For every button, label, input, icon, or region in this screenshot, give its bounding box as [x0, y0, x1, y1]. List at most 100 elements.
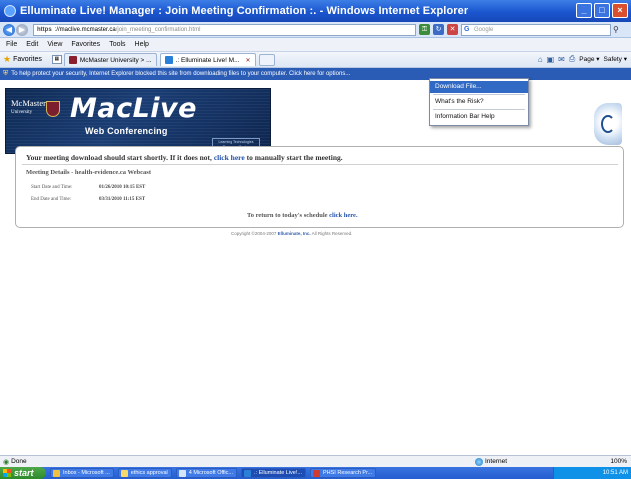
- tab-label: .: Elluminate Live! M...: [175, 56, 240, 64]
- outlook-icon: [53, 470, 60, 477]
- panel-divider: [22, 164, 618, 165]
- copyright-text: Copyright ©2004-2007: [231, 231, 278, 236]
- return-to-schedule: To return to today's schedule click here…: [247, 212, 358, 219]
- window-title: Elluminate Live! Manager : Join Meeting …: [20, 5, 469, 17]
- menu-file[interactable]: File: [6, 41, 17, 48]
- url-path: /join_meeting_confirmation.html: [115, 26, 201, 33]
- menu-separator: [433, 109, 525, 110]
- favorites-button[interactable]: Favorites: [13, 56, 42, 63]
- tab-elluminate[interactable]: .: Elluminate Live! M... ✕: [159, 53, 256, 66]
- elluminate-favicon-icon: [164, 56, 173, 64]
- information-bar[interactable]: ⛨ To help protect your security, Interne…: [0, 68, 631, 80]
- forward-button[interactable]: ▶: [16, 23, 28, 36]
- task-label: .: Elluminate Live!...: [253, 470, 302, 476]
- task-phsi-research[interactable]: PHSI Research Pr...: [309, 468, 377, 478]
- home-icon[interactable]: ⌂: [538, 55, 543, 64]
- confirmation-panel: Your meeting download should start short…: [15, 146, 624, 228]
- copyright: Copyright ©2004-2007 Elluminate, Inc. Al…: [231, 231, 352, 236]
- meeting-details-heading: Meeting Details - health-evidence.ca Web…: [26, 169, 151, 176]
- crest-icon: [46, 101, 60, 117]
- refresh-icon[interactable]: ↻: [433, 24, 444, 35]
- tab-mcmaster[interactable]: McMaster University > ...: [63, 53, 157, 66]
- print-icon[interactable]: ⎙: [569, 54, 575, 64]
- status-bar: ◉ Done Internet 100%: [0, 455, 631, 467]
- globe-icon: [475, 457, 483, 466]
- start-button[interactable]: start: [0, 467, 46, 479]
- search-placeholder: Google: [474, 26, 494, 33]
- ie-icon: [4, 5, 16, 17]
- new-tab-button[interactable]: [258, 53, 275, 66]
- end-date-label: End Date and Time:: [31, 197, 72, 202]
- start-date-value: 01/26/2010 10:15 EST: [99, 185, 146, 190]
- security-zone[interactable]: Internet: [475, 457, 508, 466]
- back-button[interactable]: ◀: [3, 23, 15, 36]
- minimize-button[interactable]: _: [576, 3, 592, 18]
- safety-menu[interactable]: Safety ▾: [604, 55, 628, 63]
- clock[interactable]: 10:51 AM: [603, 470, 628, 476]
- task-office[interactable]: 4 Microsoft Offic...: [175, 468, 237, 478]
- menu-bar: File Edit View Favorites Tools Help: [0, 38, 631, 52]
- maclive-banner: McMaster University MacLive Web Conferen…: [5, 88, 271, 154]
- information-bar-text: To help protect your security, Internet …: [11, 71, 351, 77]
- task-elluminate[interactable]: .: Elluminate Live!...: [240, 468, 306, 478]
- message-text-end: to manually start the meeting.: [244, 153, 343, 162]
- menu-view[interactable]: View: [47, 41, 62, 48]
- mail-icon[interactable]: ✉: [558, 55, 565, 64]
- task-label: PHSI Research Pr...: [322, 470, 373, 476]
- start-date-label: Start Date and Time:: [31, 185, 73, 190]
- tab-close-icon[interactable]: ✕: [246, 57, 251, 64]
- tab-label: McMaster University > ...: [79, 56, 152, 64]
- url-host: ://maclive.mcmaster.ca: [54, 26, 116, 33]
- menu-favorites[interactable]: Favorites: [71, 41, 100, 48]
- mcmaster-logo: McMaster University: [11, 99, 46, 117]
- feeds-icon[interactable]: ▣: [547, 55, 555, 64]
- zone-label: Internet: [485, 458, 508, 465]
- menu-help[interactable]: Help: [135, 41, 149, 48]
- mcmaster-favicon-icon: [68, 56, 77, 64]
- search-icon[interactable]: ⚲: [613, 25, 619, 34]
- task-ethics-approval[interactable]: ethics approval: [117, 468, 172, 478]
- address-tools: ⚿ ↻ ✕: [419, 24, 458, 35]
- menu-item-whats-the-risk[interactable]: What's the Risk?: [430, 96, 528, 108]
- stop-icon[interactable]: ✕: [447, 24, 458, 35]
- zoom-level[interactable]: 100%: [610, 458, 627, 465]
- maclive-logo: MacLive: [70, 93, 197, 124]
- favorites-bar: ★ Favorites ▦ McMaster University > ... …: [0, 52, 631, 68]
- schedule-link[interactable]: click here.: [329, 212, 357, 219]
- start-date-row: Start Date and Time: 01/26/2010 10:15 ES…: [31, 185, 145, 190]
- message-text: Your meeting download should start short…: [26, 153, 214, 162]
- menu-edit[interactable]: Edit: [26, 41, 38, 48]
- task-inbox[interactable]: Inbox - Microsoft ...: [50, 468, 114, 478]
- menu-item-download-file[interactable]: Download File...: [430, 81, 528, 93]
- copyright-rights: All Rights Reserved.: [310, 231, 353, 236]
- search-input[interactable]: G Google: [461, 23, 611, 36]
- copyright-company: Elluminate, Inc.: [277, 231, 311, 236]
- office-icon: [178, 470, 186, 477]
- windows-flag-icon: [3, 469, 11, 477]
- end-date-value: 03/31/2010 11:15 EST: [99, 197, 146, 202]
- information-bar-menu: Download File... What's the Risk? Inform…: [429, 78, 529, 126]
- banner-tagline: Web Conferencing: [85, 126, 168, 136]
- elluminate-logo-icon: [594, 103, 622, 145]
- google-icon: G: [464, 25, 470, 33]
- menu-item-information-bar-help[interactable]: Information Bar Help: [430, 111, 528, 123]
- address-bar: ◀ ▶ https ://maclive.mcmaster.ca /join_m…: [0, 22, 631, 38]
- page-done-icon: ◉: [3, 458, 10, 466]
- url-protocol: https: [37, 26, 52, 33]
- menu-tools[interactable]: Tools: [109, 41, 125, 48]
- favorites-star-icon[interactable]: ★: [3, 54, 11, 65]
- task-label: ethics approval: [130, 470, 168, 476]
- swirl-icon: [601, 115, 615, 133]
- university-name: McMaster: [11, 98, 46, 108]
- manual-start-link[interactable]: click here: [214, 153, 245, 162]
- start-label: start: [14, 468, 34, 478]
- url-input[interactable]: https ://maclive.mcmaster.ca /join_meeti…: [33, 23, 416, 36]
- page-menu[interactable]: Page ▾: [579, 55, 599, 63]
- university-sub: University: [11, 110, 33, 115]
- lock-icon[interactable]: ⚿: [419, 24, 430, 35]
- close-button[interactable]: ×: [612, 3, 628, 18]
- maximize-button[interactable]: □: [594, 3, 610, 18]
- return-text: To return to today's schedule: [247, 212, 330, 219]
- quick-tabs-icon[interactable]: ▦: [51, 55, 62, 64]
- document-icon: [312, 470, 320, 477]
